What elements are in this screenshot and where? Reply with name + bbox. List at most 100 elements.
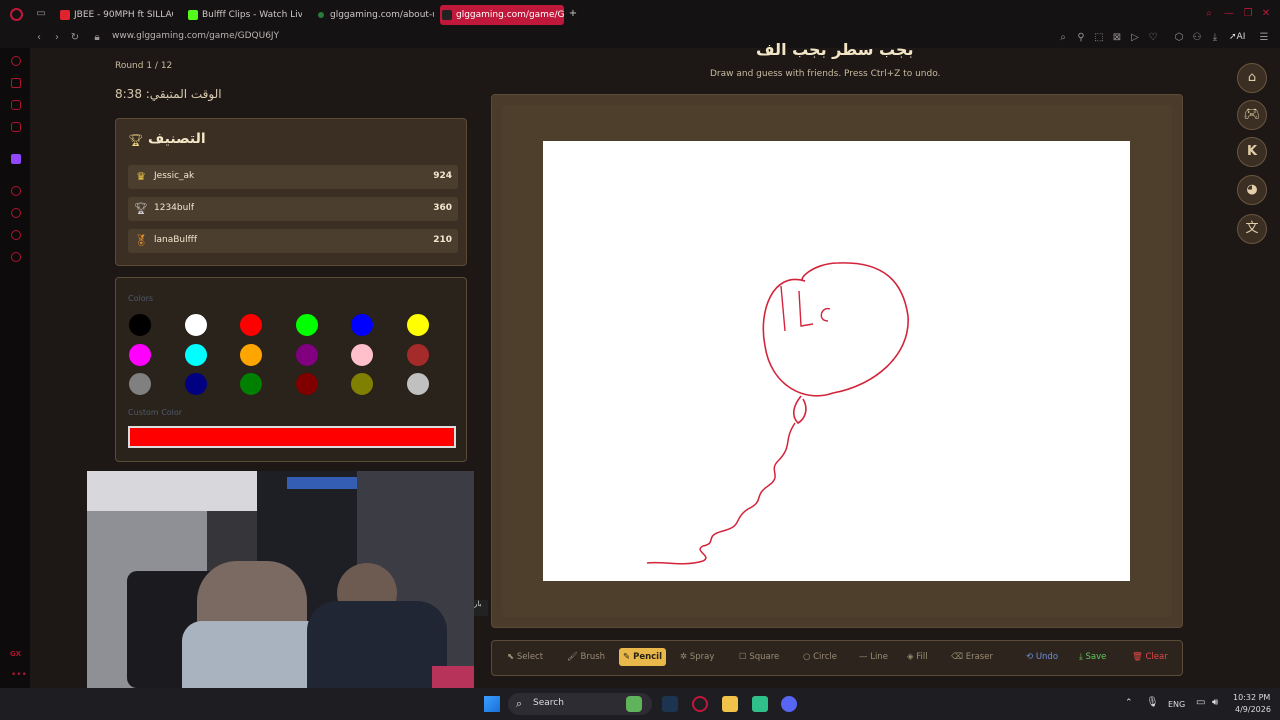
color-swatch[interactable]: [239, 313, 263, 337]
tab-about-us[interactable]: glggaming.com/about-us: [314, 5, 434, 25]
url-field[interactable]: www.glggaming.com/game/GDQU6JY: [112, 31, 279, 41]
undo-button[interactable]: ⟲ Undo: [1022, 648, 1062, 666]
more-icon[interactable]: •••: [11, 670, 27, 680]
translate-button[interactable]: 文: [1237, 214, 1267, 244]
windows-start-icon[interactable]: [484, 696, 500, 712]
menu-icon[interactable]: ☰: [1258, 32, 1270, 44]
color-swatch[interactable]: [128, 313, 152, 337]
color-swatch[interactable]: [294, 313, 319, 337]
color-swatch[interactable]: [128, 372, 152, 396]
tool-circle[interactable]: ○ Circle: [799, 648, 841, 666]
tool-square[interactable]: ☐ Square: [735, 648, 783, 666]
ai-button[interactable]: ➚AI: [1229, 32, 1245, 42]
color-swatch[interactable]: [350, 313, 374, 337]
browser-tab-bar: ▭ JBEE - 90MPH ft SILLAGE Bulfff Clips -…: [0, 0, 1280, 28]
kick-icon: [188, 10, 198, 20]
color-swatch[interactable]: [405, 313, 430, 337]
tool-eraser[interactable]: ⌫ Eraser: [947, 648, 997, 666]
side-overlay-label: بار: [474, 600, 488, 616]
mic-icon[interactable]: 🎙︎: [1146, 697, 1159, 708]
minimize-icon[interactable]: —: [1223, 8, 1235, 20]
maximize-icon[interactable]: ❐: [1242, 8, 1254, 20]
messenger-icon[interactable]: [11, 100, 21, 110]
extensions-side-icon[interactable]: [11, 230, 21, 240]
profile-icon[interactable]: ⚇: [1191, 32, 1203, 44]
clear-button[interactable]: 🗑︎ Clear: [1128, 648, 1172, 666]
tool-pencil[interactable]: ✎ Pencil: [619, 648, 667, 666]
show-hidden-icon[interactable]: ⌃: [1125, 698, 1133, 708]
drawing-canvas[interactable]: [543, 141, 1130, 581]
color-swatch[interactable]: [128, 342, 152, 367]
tool-label: Eraser: [965, 652, 993, 662]
tool-line[interactable]: — Line: [855, 648, 892, 666]
steam-icon[interactable]: [662, 696, 678, 712]
save-button[interactable]: ⤓ Save: [1075, 648, 1110, 666]
color-swatch[interactable]: [294, 372, 319, 396]
heart-icon[interactable]: ♡: [1147, 32, 1159, 44]
taskbar-date[interactable]: 4/9/2026: [1235, 705, 1271, 714]
tab-game[interactable]: glggaming.com/game/GD: [440, 5, 564, 25]
search-tabs-icon[interactable]: ⌕: [1203, 8, 1215, 20]
color-swatch[interactable]: [183, 313, 208, 337]
color-swatch[interactable]: [405, 342, 430, 367]
tab-jbee[interactable]: JBEE - 90MPH ft SILLAGE: [58, 5, 173, 25]
player-icon[interactable]: [11, 186, 21, 196]
tool-label: Select: [516, 652, 544, 662]
color-swatch[interactable]: [183, 342, 208, 367]
reload-icon[interactable]: ↻: [69, 32, 81, 44]
tool-fill[interactable]: ◈ Fill: [903, 648, 932, 666]
settings-icon[interactable]: [11, 252, 21, 262]
forward-icon[interactable]: ›: [51, 32, 63, 44]
zoom-icon[interactable]: ⌕: [1057, 32, 1069, 44]
file-explorer-icon[interactable]: [722, 696, 738, 712]
new-tab-icon[interactable]: +: [567, 8, 579, 20]
download-icon[interactable]: ⤓: [1209, 32, 1221, 44]
kick-button[interactable]: K: [1237, 137, 1267, 167]
extensions-icon[interactable]: ⬡: [1173, 32, 1185, 44]
twitch-icon[interactable]: [11, 154, 21, 164]
instagram-icon[interactable]: [11, 122, 21, 132]
pencil-icon: ✎: [623, 652, 634, 662]
select-icon: ⬉: [507, 652, 517, 662]
back-icon[interactable]: ‹: [33, 32, 45, 44]
pin-icon[interactable]: ⚲: [1075, 32, 1087, 44]
tool-brush[interactable]: 🖌︎ Brush: [563, 648, 609, 666]
tool-select[interactable]: ⬉ Select: [503, 648, 547, 666]
color-swatch[interactable]: [294, 342, 319, 367]
color-swatch[interactable]: [350, 372, 374, 396]
line-icon: —: [859, 652, 871, 662]
tool-spray[interactable]: ✲ Spray: [676, 648, 718, 666]
workspace-icon[interactable]: ▭: [35, 8, 47, 20]
taskbar-search[interactable]: ⌕ Search: [508, 693, 652, 715]
play-icon[interactable]: ▷: [1129, 32, 1141, 44]
close-icon[interactable]: ✕: [1260, 8, 1272, 20]
taskbar-clock[interactable]: 10:32 PM: [1233, 693, 1270, 702]
app-green-icon[interactable]: [752, 696, 768, 712]
gx-corner-icon[interactable]: [11, 78, 21, 88]
network-icon[interactable]: ▭: [1196, 697, 1205, 708]
color-swatch[interactable]: [183, 372, 208, 396]
color-swatch[interactable]: [405, 372, 430, 396]
history-icon[interactable]: [11, 208, 21, 218]
color-swatch[interactable]: [350, 342, 374, 367]
discord-button[interactable]: ◕: [1237, 175, 1267, 205]
tool-label: Brush: [580, 652, 606, 662]
color-swatch[interactable]: [239, 372, 263, 396]
home-button[interactable]: ⌂: [1237, 63, 1267, 93]
tab-bulfff-clips[interactable]: Bulfff Clips - Watch Live o: [186, 5, 302, 25]
language-indicator[interactable]: ENG: [1168, 700, 1185, 709]
custom-color-input[interactable]: [128, 426, 456, 448]
opera-logo-icon[interactable]: [10, 8, 23, 21]
webcam-overlay: [87, 471, 474, 688]
volume-icon[interactable]: 🔊︎: [1212, 697, 1218, 708]
aria-icon[interactable]: [11, 56, 21, 66]
snapshot-icon[interactable]: ⬚: [1093, 32, 1105, 44]
gx-label: GX: [10, 650, 22, 658]
leaderboard-row: ♛ Jessic_ak 924: [128, 165, 458, 189]
color-swatch[interactable]: [239, 342, 263, 367]
gamepad-button[interactable]: 🎮︎: [1237, 100, 1267, 130]
opera-gx-taskbar-icon[interactable]: [692, 696, 708, 712]
timer: الوقت المتبقي: 8:38: [115, 87, 222, 101]
discord-taskbar-icon[interactable]: [781, 696, 797, 712]
vpn-icon[interactable]: ⊠: [1111, 32, 1123, 44]
